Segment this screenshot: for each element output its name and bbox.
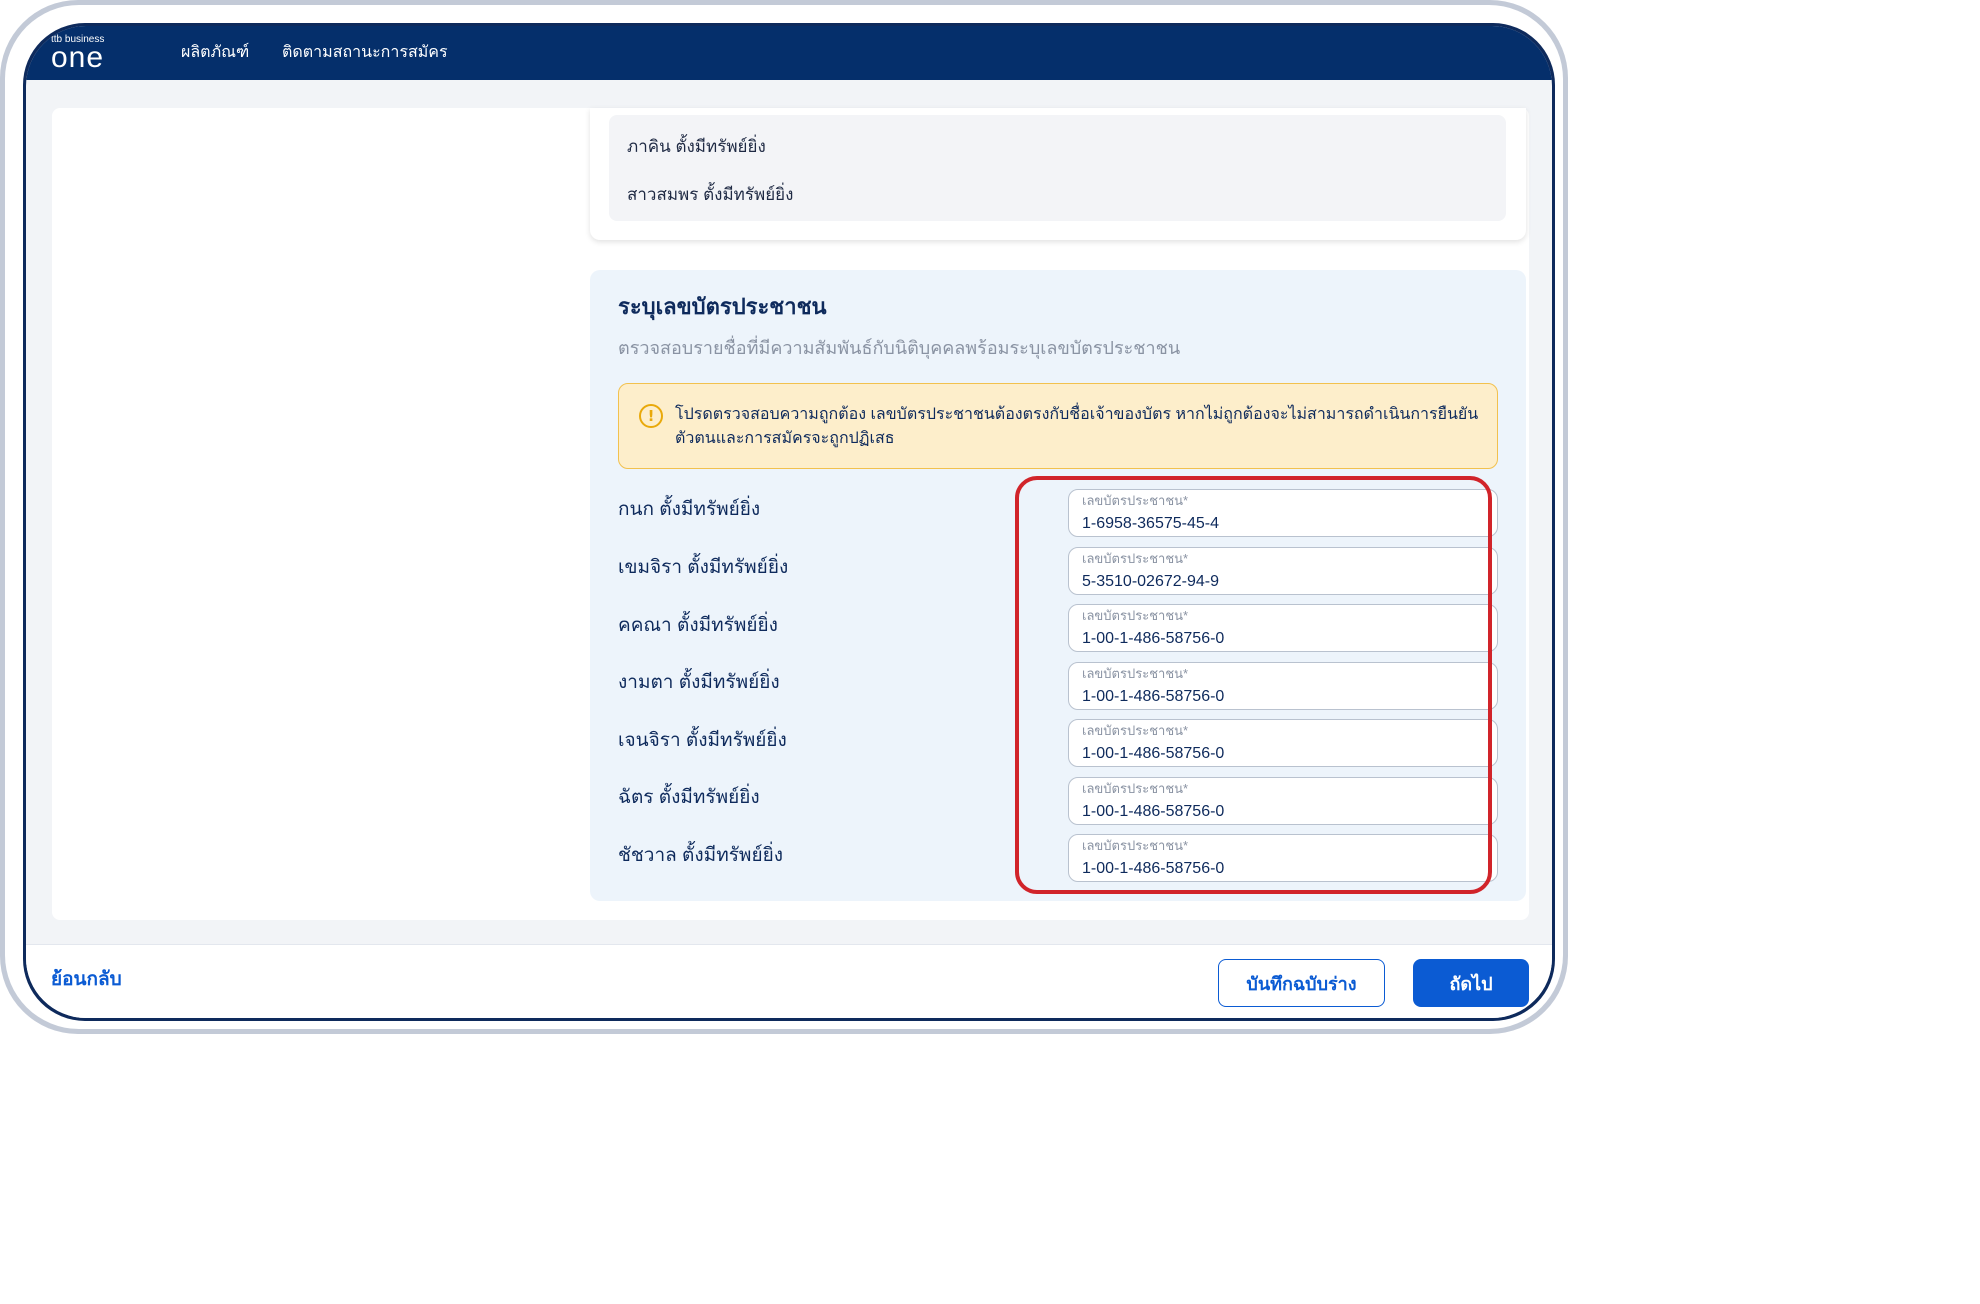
related-persons-list: ภาคิน ตั้งมีทรัพย์ยิ่ง สาวสมพร ตั้งมีทรั… (609, 115, 1506, 221)
id-card-field-value[interactable]: 1-00-1-486-58756-0 (1082, 628, 1224, 650)
ttb-business-one-logo[interactable]: ttb business one (51, 34, 121, 74)
id-card-field[interactable]: เลขบัตรประชาชน* 1-00-1-486-58756-0 (1068, 604, 1498, 652)
id-card-field-label: เลขบัตรประชาชน* (1082, 666, 1189, 681)
nav-products[interactable]: ผลิตภัณฑ์ (181, 42, 249, 64)
related-persons-card: ภาคิน ตั้งมีทรัพย์ยิ่ง สาวสมพร ตั้งมีทรั… (590, 108, 1526, 240)
person-name-label: กนก ตั้งมีทรัพย์ยิ่ง (618, 499, 761, 520)
related-person-name: ภาคิน ตั้งมีทรัพย์ยิ่ง (627, 137, 766, 156)
person-name-label: ชัชวาล ตั้งมีทรัพย์ยิ่ง (618, 845, 783, 866)
related-person-name: สาวสมพร ตั้งมีทรัพย์ยิ่ง (627, 185, 794, 204)
device-bezel: ttb business one ผลิตภัณฑ์ ติดตามสถานะกา… (5, 5, 1563, 1029)
person-name-label: คคณา ตั้งมีทรัพย์ยิ่ง (618, 615, 778, 636)
id-card-field-label: เลขบัตรประชาชน* (1082, 723, 1189, 738)
id-card-field[interactable]: เลขบัตรประชาชน* 1-00-1-486-58756-0 (1068, 834, 1498, 882)
device-frame: ttb business one ผลิตภัณฑ์ ติดตามสถานะกา… (0, 0, 1568, 1034)
id-card-field-value[interactable]: 1-00-1-486-58756-0 (1082, 801, 1224, 823)
id-card-field-label: เลขบัตรประชาชน* (1082, 838, 1189, 853)
main-content-card: ภาคิน ตั้งมีทรัพย์ยิ่ง สาวสมพร ตั้งมีทรั… (52, 108, 1529, 920)
id-card-field[interactable]: เลขบัตรประชาชน* 5-3510-02672-94-9 (1068, 547, 1498, 595)
id-card-field-label: เลขบัตรประชาชน* (1082, 551, 1189, 566)
id-card-field-value[interactable]: 5-3510-02672-94-9 (1082, 571, 1219, 593)
id-card-field-value[interactable]: 1-00-1-486-58756-0 (1082, 743, 1224, 765)
warning-icon: ! (639, 404, 663, 428)
id-card-field[interactable]: เลขบัตรประชาชน* 1-00-1-486-58756-0 (1068, 777, 1498, 825)
id-card-field-label: เลขบัตรประชาชน* (1082, 608, 1189, 623)
device-screen: ttb business one ผลิตภัณฑ์ ติดตามสถานะกา… (23, 23, 1555, 1021)
id-card-field-value[interactable]: 1-6958-36575-45-4 (1082, 513, 1219, 535)
id-card-field-value[interactable]: 1-00-1-486-58756-0 (1082, 686, 1224, 708)
id-card-section: ระบุเลขบัตรประชาชน ตรวจสอบรายชื่อที่มีคว… (590, 270, 1526, 901)
warning-text: โปรดตรวจสอบความถูกต้อง เลขบัตรประชาชนต้อ… (675, 406, 1479, 447)
person-name-label: ฉัตร ตั้งมีทรัพย์ยิ่ง (618, 787, 760, 808)
back-button[interactable]: ย้อนกลับ (51, 967, 122, 993)
id-card-field[interactable]: เลขบัตรประชาชน* 1-00-1-486-58756-0 (1068, 662, 1498, 710)
id-card-field[interactable]: เลขบัตรประชาชน* 1-6958-36575-45-4 (1068, 489, 1498, 537)
person-name-label: เขมจิรา ตั้งมีทรัพย์ยิ่ง (618, 557, 789, 578)
nav-application-status[interactable]: ติดตามสถานะการสมัคร (282, 42, 448, 64)
top-navigation-bar: ttb business one ผลิตภัณฑ์ ติดตามสถานะกา… (26, 26, 1552, 80)
id-card-field-label: เลขบัตรประชาชน* (1082, 493, 1189, 508)
logo-big-text: one (51, 41, 105, 74)
warning-banner: ! โปรดตรวจสอบความถูกต้อง เลขบัตรประชาชนต… (618, 383, 1498, 469)
footer-action-bar: ย้อนกลับ บันทึกฉบับร่าง ถัดไป (26, 944, 1552, 1018)
id-card-field[interactable]: เลขบัตรประชาชน* 1-00-1-486-58756-0 (1068, 719, 1498, 767)
id-card-field-value[interactable]: 1-00-1-486-58756-0 (1082, 858, 1224, 880)
person-name-label: งามตา ตั้งมีทรัพย์ยิ่ง (618, 672, 780, 693)
section-subtitle: ตรวจสอบรายชื่อที่มีความสัมพันธ์กับนิติบุ… (618, 338, 1181, 358)
save-draft-button[interactable]: บันทึกฉบับร่าง (1218, 959, 1385, 1007)
app-screen: ttb business one ผลิตภัณฑ์ ติดตามสถานะกา… (26, 26, 1552, 1018)
next-button[interactable]: ถัดไป (1413, 959, 1529, 1007)
person-name-label: เจนจิรา ตั้งมีทรัพย์ยิ่ง (618, 730, 787, 751)
section-title: ระบุเลขบัตรประชาชน (618, 294, 827, 319)
id-card-field-label: เลขบัตรประชาชน* (1082, 781, 1189, 796)
